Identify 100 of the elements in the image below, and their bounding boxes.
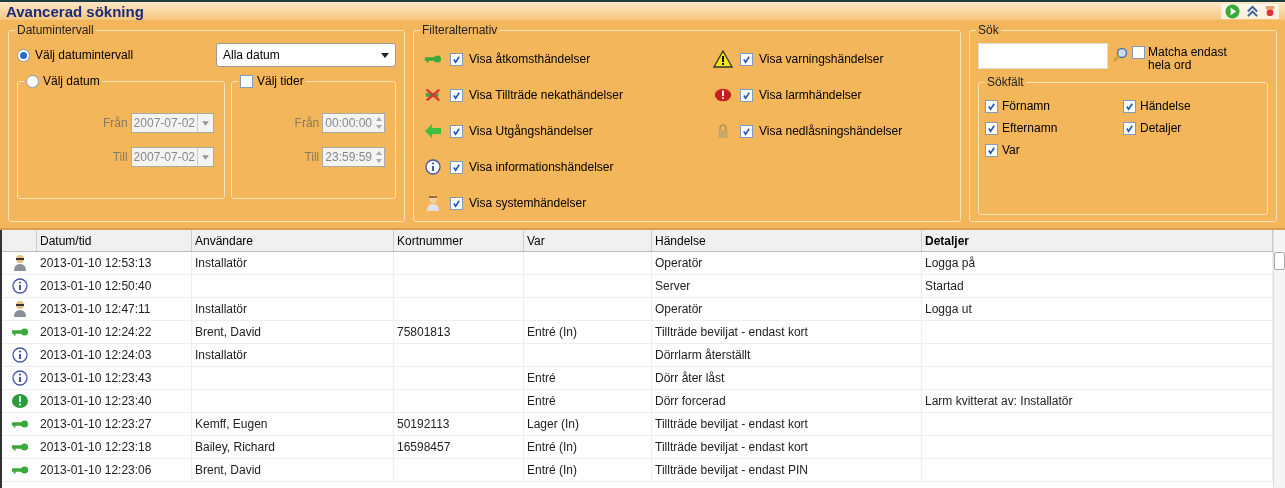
table-cell-text: 2013-01-10 12:53:13 — [40, 255, 152, 272]
group-title: Sökfält — [985, 75, 1026, 89]
table-cell-text: 2013-01-10 12:24:22 — [40, 324, 152, 341]
table-cell-text: Entré — [527, 393, 556, 410]
table-cell-text: Entré (In) — [527, 439, 577, 456]
table-cell-text: 2013-01-10 12:23:06 — [40, 462, 152, 479]
date-field: 2007-07-02 — [130, 113, 214, 133]
checkbox-label[interactable]: Visa informationshändelser — [469, 158, 614, 176]
checkbox-label[interactable]: Visa varningshändelser — [759, 50, 884, 68]
table-cell-text: Installatör — [195, 347, 248, 364]
cross-icon — [424, 87, 442, 103]
table-cell-text: Installatör — [195, 255, 248, 272]
table-cell-text: Entré (In) — [527, 462, 577, 479]
warning-icon — [713, 50, 733, 68]
radio-label[interactable]: Välj datumintervall — [35, 46, 134, 64]
checkbox-label[interactable]: Visa systemhändelser — [469, 194, 587, 212]
check-icon — [452, 90, 461, 100]
group-title: Datumintervall — [15, 23, 96, 37]
checkbox-label[interactable]: Visa larmhändelser — [759, 86, 862, 104]
info-icon — [11, 278, 28, 294]
table-cell-text: Startad — [925, 278, 964, 295]
checkbox[interactable] — [450, 160, 463, 174]
check-icon — [452, 162, 461, 172]
checkbox-label[interactable]: Detaljer — [1140, 119, 1182, 137]
table-cell-text: Dörrlarm återställt — [655, 347, 751, 364]
time-field: 23:59:59 — [322, 147, 385, 167]
search-icon — [1112, 47, 1128, 63]
check-icon — [742, 54, 751, 64]
alarm-icon — [714, 87, 732, 103]
table-cell-text: 16598457 — [397, 439, 451, 456]
checkbox-label[interactable]: Var — [1002, 141, 1020, 159]
spin-arrows-icon — [374, 149, 384, 165]
table-cell-text: 2013-01-10 12:23:27 — [40, 416, 152, 433]
table-cell-text: Logga ut — [925, 301, 972, 318]
alarm-icon — [10, 393, 29, 409]
check-icon — [1125, 101, 1134, 111]
check-icon — [452, 126, 461, 136]
checkbox[interactable] — [740, 124, 753, 138]
checkbox-label[interactable]: Visa Tillträde nekathändelser — [469, 86, 623, 104]
table-cell-text: Bailey, Richard — [195, 439, 275, 456]
checkbox[interactable] — [1123, 121, 1136, 135]
time-field: 00:00:00 — [322, 113, 385, 133]
checkbox[interactable] — [1123, 99, 1136, 113]
date-dropdown[interactable]: Alla datum — [216, 43, 396, 67]
checkbox[interactable] — [450, 52, 463, 66]
person-icon — [425, 194, 441, 212]
dropdown-arrow-icon — [381, 52, 389, 58]
checkbox-label[interactable]: Förnamn — [1002, 97, 1051, 115]
checkbox-label[interactable]: Visa nedlåsningshändelser — [759, 122, 903, 140]
checkbox-label[interactable]: Visa Utgångshändelser — [469, 122, 593, 140]
search-field[interactable] — [978, 43, 1108, 69]
checkbox-label[interactable]: Efternamn — [1002, 119, 1058, 137]
checkbox[interactable] — [985, 143, 998, 157]
table-cell-text: Kemff, Eugen — [195, 416, 268, 433]
window-title: Avancerad sökning — [6, 3, 144, 19]
table-cell-text: Brent, David — [195, 324, 262, 341]
table-cell-text: Entré — [527, 370, 556, 387]
checkbox-label[interactable]: Visa åtkomsthändelser — [469, 50, 591, 68]
check-icon — [1125, 123, 1134, 133]
table-cell-text: 50192113 — [397, 416, 450, 433]
info-icon — [11, 370, 28, 386]
table-cell-text: 2013-01-10 12:24:03 — [40, 347, 152, 364]
checkbox-label[interactable]: Händelse — [1140, 97, 1191, 115]
checkbox[interactable] — [740, 88, 753, 102]
checkbox[interactable] — [450, 196, 463, 210]
column-header[interactable]: Var — [524, 230, 652, 251]
radio-button[interactable] — [17, 48, 30, 62]
scrollbar[interactable] — [1273, 230, 1285, 488]
column-header[interactable]: Datum/tid — [37, 230, 192, 251]
group-title: Filteralternativ — [420, 23, 500, 37]
checkbox[interactable] — [985, 99, 998, 113]
table-cell-text: Tillträde beviljat - endast PIN — [655, 462, 808, 479]
check-icon — [742, 126, 751, 136]
table-cell-text: 2013-01-10 12:23:40 — [40, 393, 152, 410]
spin-arrows-icon — [374, 115, 384, 131]
checkbox[interactable] — [985, 121, 998, 135]
column-header[interactable]: Användare — [192, 230, 394, 251]
table-cell-text: Tillträde beviljat - endast kort — [655, 324, 808, 341]
table-cell-text: Dörr åter låst — [655, 370, 725, 387]
table-cell-text: 2013-01-10 12:23:43 — [40, 370, 152, 387]
person-icon — [11, 254, 28, 272]
checkbox[interactable] — [450, 88, 463, 102]
radio-button[interactable] — [26, 74, 39, 88]
checkbox[interactable] — [740, 52, 753, 66]
column-header[interactable]: Händelse — [652, 230, 922, 251]
checkbox[interactable] — [240, 74, 253, 88]
field-label: Från — [102, 115, 128, 132]
table-cell-text: Entré (In) — [527, 324, 577, 341]
check-icon — [987, 101, 996, 111]
field-label: Från — [294, 115, 320, 132]
checkbox[interactable] — [450, 124, 463, 138]
padlock-icon — [717, 123, 729, 139]
table-cell-text: Lager (In) — [527, 416, 580, 433]
table-cell-text: Installatör — [195, 301, 248, 318]
table-cell-text: Server — [655, 278, 691, 295]
table-cell-text: Brent, David — [195, 462, 262, 479]
table-cell-text: Tillträde beviljat - endast kort — [655, 416, 808, 433]
checkbox-label[interactable]: Matcha endast hela ord — [1148, 46, 1238, 72]
checkbox[interactable] — [1132, 46, 1145, 59]
column-header[interactable]: Kortnummer — [394, 230, 524, 251]
